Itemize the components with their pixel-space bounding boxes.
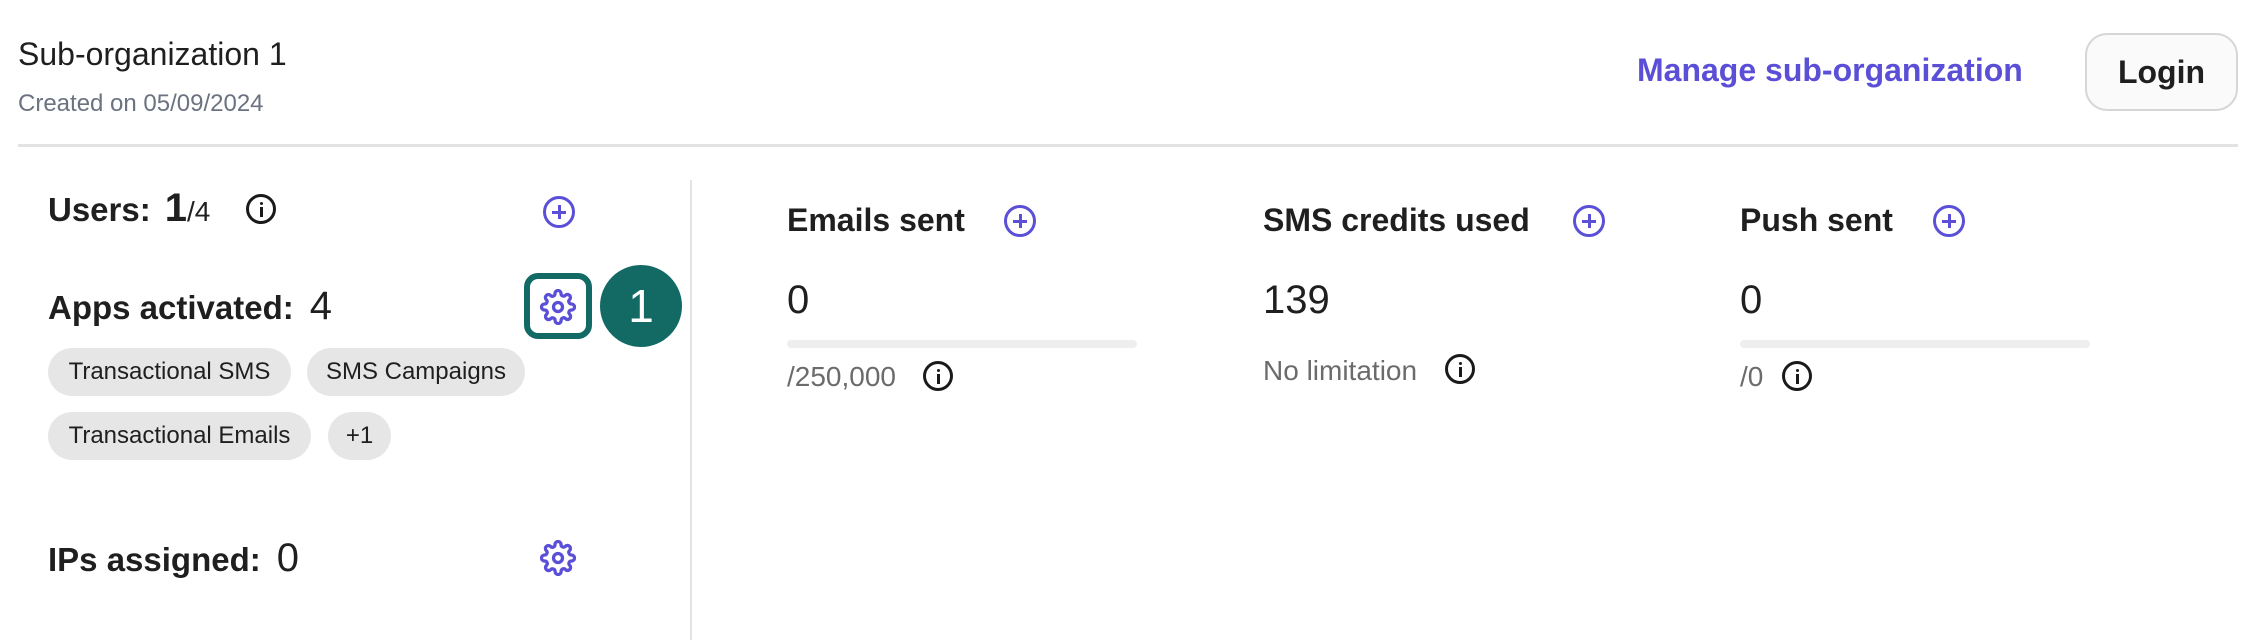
- emails-info-icon[interactable]: [923, 361, 953, 391]
- push-info-icon[interactable]: [1782, 361, 1812, 391]
- ips-settings-gear-icon[interactable]: [539, 539, 577, 581]
- emails-sent-title: Emails sent: [787, 202, 965, 238]
- push-sent-limit: /0: [1740, 361, 1764, 392]
- manage-sub-organization-link[interactable]: Manage sub-organization: [1637, 52, 2023, 89]
- login-button[interactable]: Login: [2085, 33, 2238, 111]
- app-chip: Transactional SMS: [48, 348, 291, 396]
- apps-activated-count: 4: [309, 284, 332, 328]
- push-sent-value: 0: [1740, 278, 1763, 322]
- sms-credits-limit: No limitation: [1263, 355, 1418, 386]
- sms-credits-value: 139: [1263, 278, 1330, 322]
- add-push-icon[interactable]: [1933, 205, 1965, 237]
- ips-assigned-row: IPs assigned: 0: [48, 536, 299, 581]
- emails-sent-value: 0: [787, 278, 810, 322]
- users-row: Users: 1 /4: [48, 186, 277, 231]
- add-emails-icon[interactable]: [1004, 205, 1036, 237]
- sms-credits-title: SMS credits used: [1263, 202, 1530, 238]
- app-chip: SMS Campaigns: [307, 348, 525, 396]
- add-user-icon[interactable]: [543, 196, 575, 228]
- sms-info-icon[interactable]: [1445, 354, 1475, 384]
- step-badge: 1: [600, 265, 682, 347]
- page-title: Sub-organization 1: [18, 36, 287, 72]
- apps-settings-gear-icon[interactable]: [539, 288, 577, 330]
- users-label: Users:: [48, 191, 151, 228]
- apps-activated-row: Apps activated: 4: [48, 284, 332, 329]
- emails-sent-limit: /250,000: [787, 361, 896, 392]
- push-sent-title: Push sent: [1740, 202, 1893, 238]
- ips-assigned-label: IPs assigned:: [48, 541, 261, 578]
- header-divider: [18, 144, 2238, 147]
- ips-assigned-count: 0: [276, 536, 299, 580]
- users-count: 1: [164, 186, 187, 230]
- push-sent-progress: [1740, 340, 2090, 348]
- apps-activated-label: Apps activated:: [48, 289, 294, 326]
- emails-sent-progress: [787, 340, 1137, 348]
- column-divider: [690, 180, 692, 640]
- more-apps-chip[interactable]: +1: [328, 412, 391, 460]
- created-date: Created on 05/09/2024: [18, 90, 264, 117]
- add-sms-credits-icon[interactable]: [1573, 205, 1605, 237]
- app-chip: Transactional Emails: [48, 412, 311, 460]
- users-info-icon[interactable]: [246, 193, 277, 224]
- users-max: /4: [186, 196, 211, 227]
